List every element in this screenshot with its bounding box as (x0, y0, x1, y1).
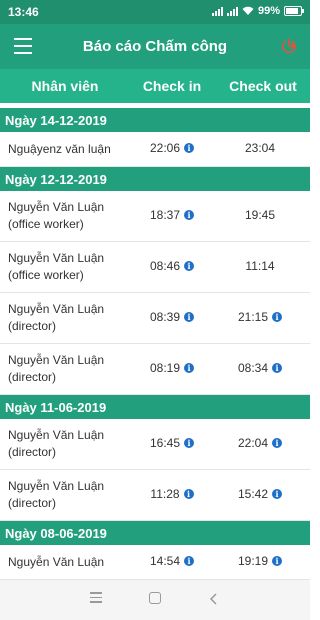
check-in-value: 16:45 (149, 436, 181, 450)
info-icon[interactable]: i (184, 556, 195, 566)
table-header: Nhân viên Check in Check out (0, 69, 310, 103)
check-in-value: 11:28 (150, 487, 180, 501)
info-icon[interactable]: i (272, 312, 283, 322)
check-in-value: 18:37 (149, 208, 181, 222)
check-out-value: 08:34 (237, 361, 269, 375)
check-out-value: 19:45 (244, 208, 276, 222)
status-time: 13:46 (8, 5, 39, 19)
check-out-time: 23:04 (216, 141, 304, 155)
check-out-time: 22:04 i (216, 436, 304, 450)
check-in-time: 14:54 i (130, 554, 214, 568)
home-icon[interactable] (149, 592, 161, 604)
info-icon[interactable]: i (184, 143, 195, 153)
info-icon[interactable]: i (272, 438, 283, 448)
attendance-row[interactable]: Nguyễn Văn Luận (director) 08:19 i 08:34 i (0, 344, 310, 395)
check-in-time: 11:28 i (130, 487, 214, 501)
employee-name: Nguậyenz văn luận (8, 142, 111, 156)
page-title: Báo cáo Chấm công (82, 38, 228, 55)
info-icon[interactable]: i (184, 210, 195, 220)
system-nav-bar (0, 580, 310, 620)
attendance-row[interactable]: Nguyễn Văn Luận (director) 08:39 i 21:15 i (0, 293, 310, 344)
check-out-value: 22:04 (237, 436, 269, 450)
employee-name: Nguyễn Văn Luận (director) (8, 479, 105, 510)
check-out-value: 23:04 (244, 141, 276, 155)
column-check-out: Check out (229, 78, 297, 94)
check-out-time: 11:14 (216, 259, 304, 273)
attendance-row[interactable]: Nguậyenz văn luận 22:06 i 23:04 (0, 132, 310, 167)
employee-name: Nguyễn Văn Luận (8, 555, 105, 569)
attendance-list[interactable]: Ngày 14-12-2019 Nguậyenz văn luận 22:06 i 23… (0, 108, 310, 580)
employee-name: Nguyễn Văn Luận (director) (8, 353, 105, 384)
check-in-value: 08:39 (149, 310, 181, 324)
attendance-row[interactable]: Nguyễn Văn Luận (director) 11:28 i 15:42 i (0, 470, 310, 521)
date-group-header: Ngày 14-12-2019 (0, 108, 310, 132)
app-bar: Báo cáo Chấm công (0, 24, 310, 69)
info-icon[interactable]: i (184, 312, 195, 322)
info-icon[interactable]: i (272, 556, 283, 566)
check-in-time: 22:06 i (130, 141, 214, 155)
check-out-value: 11:14 (245, 259, 275, 273)
check-out-value: 19:19 (237, 554, 269, 568)
check-in-time: 08:19 i (130, 361, 214, 375)
attendance-row[interactable]: Nguyễn Văn Luận (director) 16:45 i 22:04 i (0, 419, 310, 470)
employee-name: Nguyễn Văn Luận (director) (8, 428, 105, 459)
check-in-time: 08:46 i (130, 259, 214, 273)
column-employee: Nhân viên (31, 78, 99, 94)
employee-name: Nguyễn Văn Luận (office worker) (8, 200, 105, 231)
check-in-time: 16:45 i (130, 436, 214, 450)
check-out-value: 15:42 (237, 487, 269, 501)
battery-icon (284, 6, 304, 16)
check-in-value: 08:46 (149, 259, 181, 273)
attendance-row[interactable]: Nguyễn Văn Luận 14:54 i 19:19 i (0, 545, 310, 580)
check-in-value: 14:54 (149, 554, 181, 568)
battery-percent: 99% (257, 5, 280, 17)
check-in-value: 08:19 (149, 361, 181, 375)
status-icons: 99% (211, 5, 304, 17)
check-out-time: 19:45 (216, 208, 304, 222)
check-out-time: 08:34 i (216, 361, 304, 375)
back-icon[interactable] (208, 592, 220, 606)
date-group-header: Ngày 12-12-2019 (0, 167, 310, 191)
signal-icon (211, 6, 223, 16)
column-check-in: Check in (142, 78, 202, 94)
info-icon[interactable]: i (272, 363, 283, 373)
check-out-time: 19:19 i (216, 554, 304, 568)
power-logout-icon[interactable] (280, 37, 298, 55)
check-out-time: 21:15 i (216, 310, 304, 324)
status-bar: 13:46 99% (0, 0, 310, 24)
check-in-time: 18:37 i (130, 208, 214, 222)
check-out-value: 21:15 (237, 310, 269, 324)
attendance-row[interactable]: Nguyễn Văn Luận (office worker) 08:46 i 11:… (0, 242, 310, 293)
employee-name: Nguyễn Văn Luận (director) (8, 302, 105, 333)
info-icon[interactable]: i (183, 489, 194, 499)
info-icon[interactable]: i (184, 438, 195, 448)
info-icon[interactable]: i (184, 261, 195, 271)
date-group-header: Ngày 08-06-2019 (0, 521, 310, 545)
recent-apps-icon[interactable] (90, 592, 102, 606)
info-icon[interactable]: i (272, 489, 283, 499)
attendance-row[interactable]: Nguyễn Văn Luận (office worker) 18:37 i 19:… (0, 191, 310, 242)
date-group-header: Ngày 11-06-2019 (0, 395, 310, 419)
signal-icon-2 (226, 6, 238, 16)
employee-name: Nguyễn Văn Luận (office worker) (8, 251, 105, 282)
check-in-time: 08:39 i (130, 310, 214, 324)
info-icon[interactable]: i (184, 363, 195, 373)
check-out-time: 15:42 i (216, 487, 304, 501)
wifi-icon (242, 6, 254, 15)
check-in-value: 22:06 (149, 141, 181, 155)
